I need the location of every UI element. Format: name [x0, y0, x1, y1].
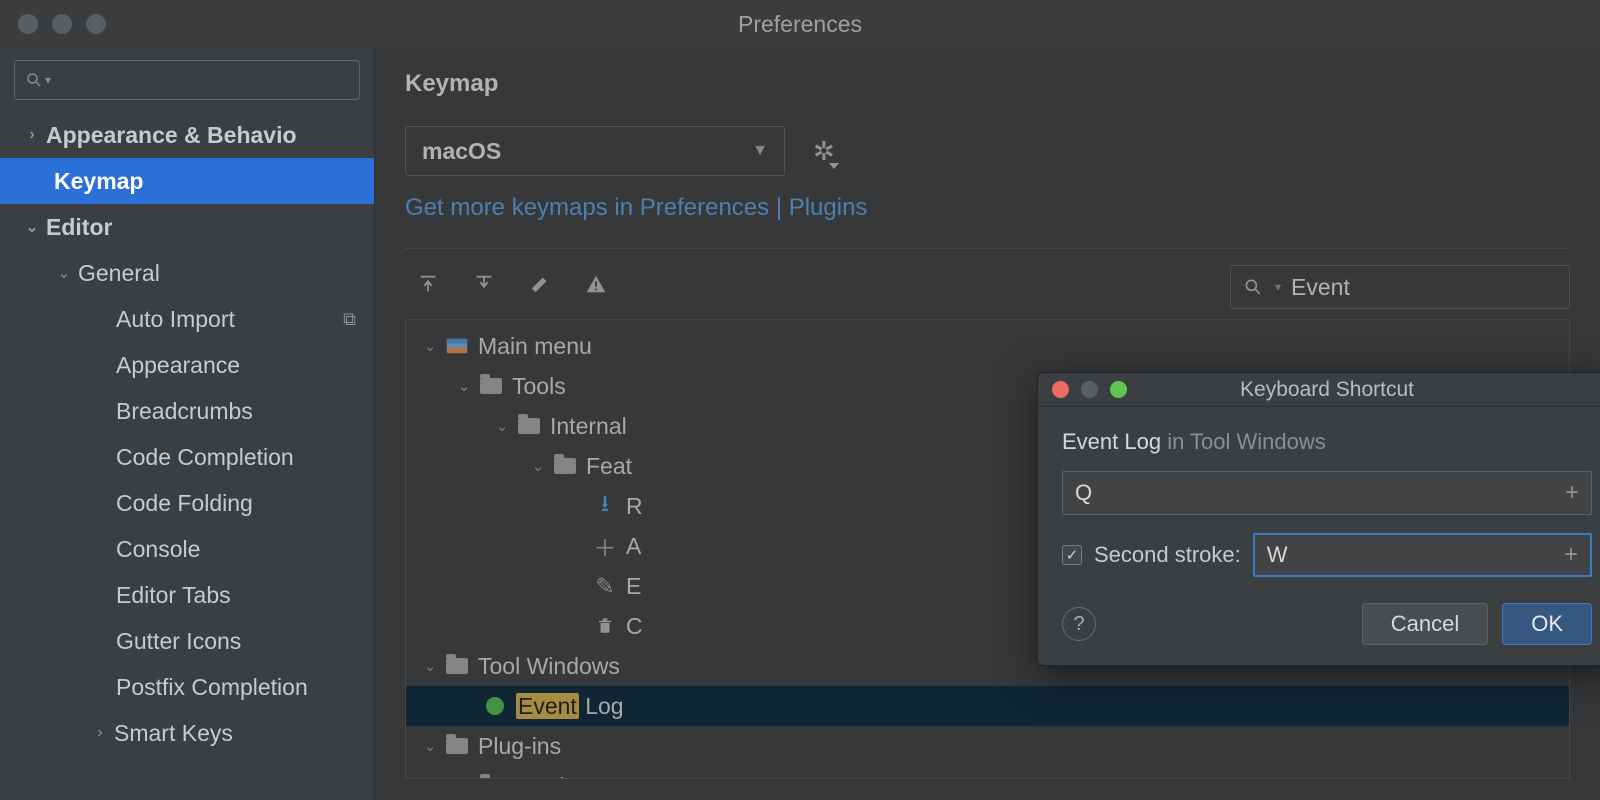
first-stroke-input[interactable]: Q + — [1062, 471, 1592, 515]
dialog-titlebar: Keyboard Shortcut — [1038, 373, 1600, 407]
sidebar-item-label: Code Completion — [116, 444, 294, 471]
sidebar-item-keymap[interactable]: Keymap — [0, 158, 374, 204]
zoom-dot[interactable] — [86, 14, 106, 34]
traffic-lights — [18, 14, 106, 34]
sidebar-nav: ›Appearance & BehavioKeymap⌄Editor⌄Gener… — [0, 112, 374, 756]
sidebar-item-label: Code Folding — [116, 490, 253, 517]
cancel-button[interactable]: Cancel — [1362, 603, 1488, 645]
help-button[interactable]: ? — [1062, 607, 1096, 641]
minimize-dot[interactable] — [52, 14, 72, 34]
sidebar-item-label: Editor Tabs — [116, 582, 231, 609]
sidebar-item-label: Appearance — [116, 352, 240, 379]
second-stroke-input[interactable]: W + — [1253, 533, 1592, 577]
chevron-down-icon: ▾ — [45, 73, 51, 87]
sidebar-item-label: Breadcrumbs — [116, 398, 253, 425]
sidebar-item-label: Auto Import — [116, 306, 235, 333]
sidebar-item-breadcrumbs[interactable]: Breadcrumbs — [0, 388, 374, 434]
sidebar-item-label: Gutter Icons — [116, 628, 241, 655]
sidebar-search-input[interactable]: ▾ — [14, 60, 360, 100]
sidebar-item-code-folding[interactable]: Code Folding — [0, 480, 374, 526]
window-titlebar: Preferences — [0, 0, 1600, 48]
content-pane: Keymap macOS ▼ ✲ Get more keymaps in Pre… — [375, 48, 1600, 800]
plus-icon[interactable]: + — [1564, 541, 1578, 569]
preferences-sidebar: ▾ ›Appearance & BehavioKeymap⌄Editor⌄Gen… — [0, 48, 375, 800]
close-dot[interactable] — [18, 14, 38, 34]
sidebar-item-smart-keys[interactable]: ›Smart Keys — [0, 710, 374, 756]
sidebar-item-general[interactable]: ⌄General — [0, 250, 374, 296]
copy-icon: ⧉ — [343, 309, 356, 330]
sidebar-item-label: Smart Keys — [114, 720, 233, 747]
sidebar-item-postfix-completion[interactable]: Postfix Completion — [0, 664, 374, 710]
close-icon[interactable] — [1052, 381, 1069, 398]
window-title: Preferences — [738, 11, 862, 38]
sidebar-item-editor-tabs[interactable]: Editor Tabs — [0, 572, 374, 618]
keyboard-shortcut-dialog: Keyboard Shortcut Event Log in Tool Wind… — [1037, 372, 1600, 666]
sidebar-item-editor[interactable]: ⌄Editor — [0, 204, 374, 250]
sidebar-item-console[interactable]: Console — [0, 526, 374, 572]
sidebar-item-appearance[interactable]: Appearance — [0, 342, 374, 388]
sidebar-item-label: Appearance & Behavio — [46, 122, 297, 149]
zoom-icon[interactable] — [1110, 381, 1127, 398]
plus-icon[interactable]: + — [1565, 479, 1579, 507]
sidebar-item-code-completion[interactable]: Code Completion — [0, 434, 374, 480]
sidebar-item-gutter-icons[interactable]: Gutter Icons — [0, 618, 374, 664]
sidebar-item-appearance-behavio[interactable]: ›Appearance & Behavio — [0, 112, 374, 158]
dialog-title: Keyboard Shortcut — [1240, 378, 1414, 402]
minimize-icon — [1081, 381, 1098, 398]
disclosure-icon: ⌄ — [22, 217, 42, 237]
sidebar-item-label: Console — [116, 536, 200, 563]
action-breadcrumb: Event Log in Tool Windows — [1062, 429, 1592, 455]
sidebar-item-label: General — [78, 260, 160, 287]
disclosure-icon: ⌄ — [54, 263, 74, 283]
disclosure-icon: › — [90, 724, 110, 742]
second-stroke-checkbox[interactable]: ✓ — [1062, 545, 1082, 565]
second-stroke-label: Second stroke: — [1094, 542, 1241, 568]
sidebar-item-label: Keymap — [54, 168, 143, 195]
disclosure-icon: › — [22, 126, 42, 144]
sidebar-item-label: Editor — [46, 214, 112, 241]
ok-button[interactable]: OK — [1502, 603, 1592, 645]
sidebar-item-auto-import[interactable]: Auto Import ⧉ — [0, 296, 374, 342]
sidebar-item-label: Postfix Completion — [116, 674, 308, 701]
